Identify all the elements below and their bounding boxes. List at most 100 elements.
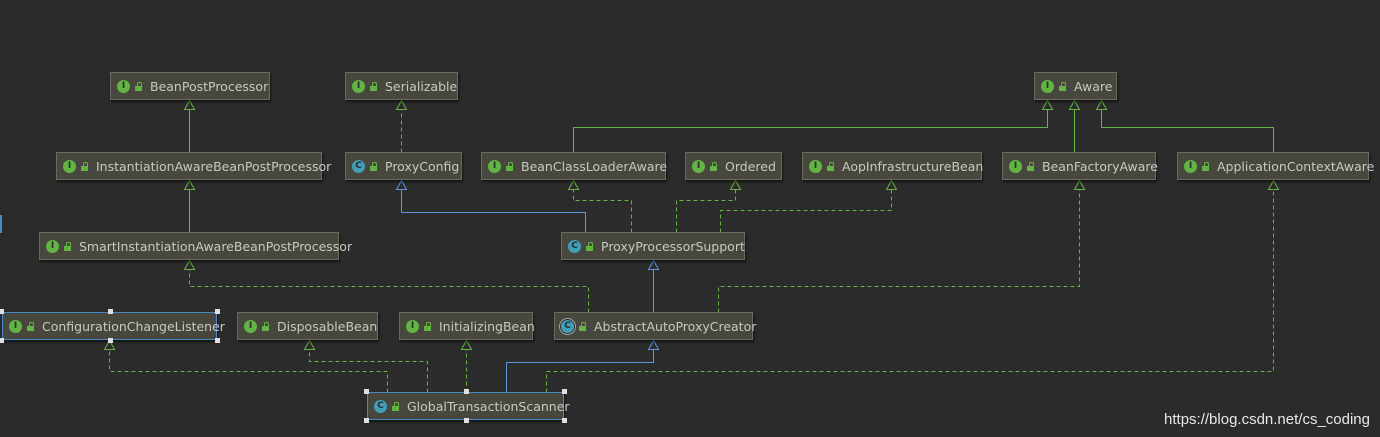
edge-line [309,348,428,393]
left-edge-marker [0,215,2,233]
public-access-icon [369,81,378,91]
node-bean-post-processor[interactable]: I BeanPostProcessor [110,72,270,100]
arrowhead [395,179,408,190]
arrowhead [1095,99,1108,110]
selection-handle[interactable] [562,418,567,423]
node-abstract-auto-proxy-creator[interactable]: C AbstractAutoProxyCreator [554,312,757,340]
node-label: Ordered [725,158,776,174]
node-label: BeanClassLoaderAware [521,158,668,174]
edge-bean-factory-aware-to-aware [1068,99,1081,153]
node-bean-class-loader-aware[interactable]: I BeanClassLoaderAware [481,152,668,180]
node-label: ProxyProcessorSupport [601,238,745,254]
node-label: GlobalTransactionScanner [407,398,570,414]
edge-proxy-config-to-serializable [395,99,408,153]
node-initializing-bean[interactable]: I InitializingBean [399,312,535,340]
node-configuration-change-listener[interactable]: I ConfigurationChangeListener [2,312,225,340]
edge-line [546,188,1274,393]
public-access-icon [391,401,400,411]
node-label: ProxyConfig [385,158,460,174]
node-smart-instantiation-aware-bean-post-processor[interactable]: I SmartInstantiationAwareBeanPostProcesso… [39,232,352,260]
interface-icon: I [244,319,257,333]
node-label: InstantiationAwareBeanPostProcessor [96,158,332,174]
arrowhead [567,179,580,190]
selection-handle[interactable] [215,309,220,314]
node-label: BeanPostProcessor [150,78,269,94]
edge-global-transaction-scanner-to-configuration-change-listener [103,339,388,393]
node-label: AbstractAutoProxyCreator [594,318,757,334]
arrowhead [885,179,898,190]
interface-icon: I [117,79,130,93]
edge-instantiation-aware-bean-post-processor-to-bean-post-processor [183,99,196,153]
interface-icon: I [406,319,419,333]
node-disposable-bean[interactable]: I DisposableBean [237,312,378,340]
selection-handle[interactable] [0,338,4,343]
selection-handle[interactable] [215,338,220,343]
public-access-icon [585,241,594,251]
interface-icon: I [63,159,76,173]
node-bean-factory-aware[interactable]: I BeanFactoryAware [1002,152,1158,180]
public-access-icon [826,161,835,171]
selection-handle[interactable] [107,309,113,314]
edge-line [573,108,1048,153]
node-application-context-aware[interactable]: I ApplicationContextAware [1177,152,1374,180]
edge-line [718,188,1080,313]
interface-icon: I [1184,159,1197,173]
interface-icon: I [352,79,365,93]
arrowhead [303,339,316,350]
arrowhead [1068,99,1081,110]
node-label: BeanFactoryAware [1042,158,1158,174]
interface-icon: I [1041,79,1054,93]
node-label: ApplicationContextAware [1217,158,1375,174]
public-access-icon [578,321,587,331]
public-access-icon [261,321,270,331]
public-access-icon [63,241,72,251]
edge-proxy-processor-support-to-bean-class-loader-aware [567,179,632,233]
edge-line [189,268,589,313]
node-serializable[interactable]: I Serializable [345,72,458,100]
node-label: Serializable [385,78,458,94]
interface-icon: I [809,159,822,173]
class-icon: C [374,399,387,413]
node-label: SmartInstantiationAwareBeanPostProcessor [79,238,353,254]
public-access-icon [1058,81,1067,91]
node-label: DisposableBean [277,318,378,334]
edge-abstract-auto-proxy-creator-to-bean-factory-aware [718,179,1086,313]
public-access-icon [1026,161,1035,171]
node-aop-infrastructure-bean[interactable]: I AopInfrastructureBean [802,152,983,180]
selection-handle[interactable] [0,309,4,314]
selection-handle[interactable] [463,418,469,423]
arrowhead [183,259,196,270]
edge-line [401,188,586,233]
interface-icon: I [488,159,501,173]
node-global-transaction-scanner[interactable]: C GlobalTransactionScanner [367,392,570,420]
edge-global-transaction-scanner-to-initializing-bean [460,339,473,393]
public-access-icon [505,161,514,171]
selection-handle[interactable] [463,389,469,394]
arrowhead [460,339,473,350]
class-icon: C [561,319,574,333]
edge-proxy-processor-support-to-proxy-config [395,179,586,233]
arrowhead [1073,179,1086,190]
selection-handle[interactable] [107,338,113,343]
class-icon: C [352,159,365,173]
interface-icon: I [692,159,705,173]
edge-line [109,348,388,393]
diagram-canvas: I BeanPostProcessor I Serializable I Aware I In… [0,0,1380,437]
edge-proxy-processor-support-to-ordered [676,179,742,233]
arrowhead [729,179,742,190]
selection-handle[interactable] [562,389,567,394]
node-label: Aware [1074,78,1113,94]
selection-handle[interactable] [364,389,369,394]
edge-application-context-aware-to-aware [1095,99,1274,153]
edge-global-transaction-scanner-to-abstract-auto-proxy-creator [506,339,660,393]
arrowhead [647,339,660,350]
public-access-icon [423,321,432,331]
selection-handle[interactable] [364,418,369,423]
node-aware[interactable]: I Aware [1034,72,1117,100]
node-instantiation-aware-bean-post-processor[interactable]: I InstantiationAwareBeanPostProcessor [56,152,331,180]
class-icon: C [568,239,581,253]
node-ordered[interactable]: I Ordered [685,152,782,180]
arrowhead [1041,99,1054,110]
node-proxy-processor-support[interactable]: C ProxyProcessorSupport [561,232,745,260]
node-proxy-config[interactable]: C ProxyConfig [345,152,462,180]
